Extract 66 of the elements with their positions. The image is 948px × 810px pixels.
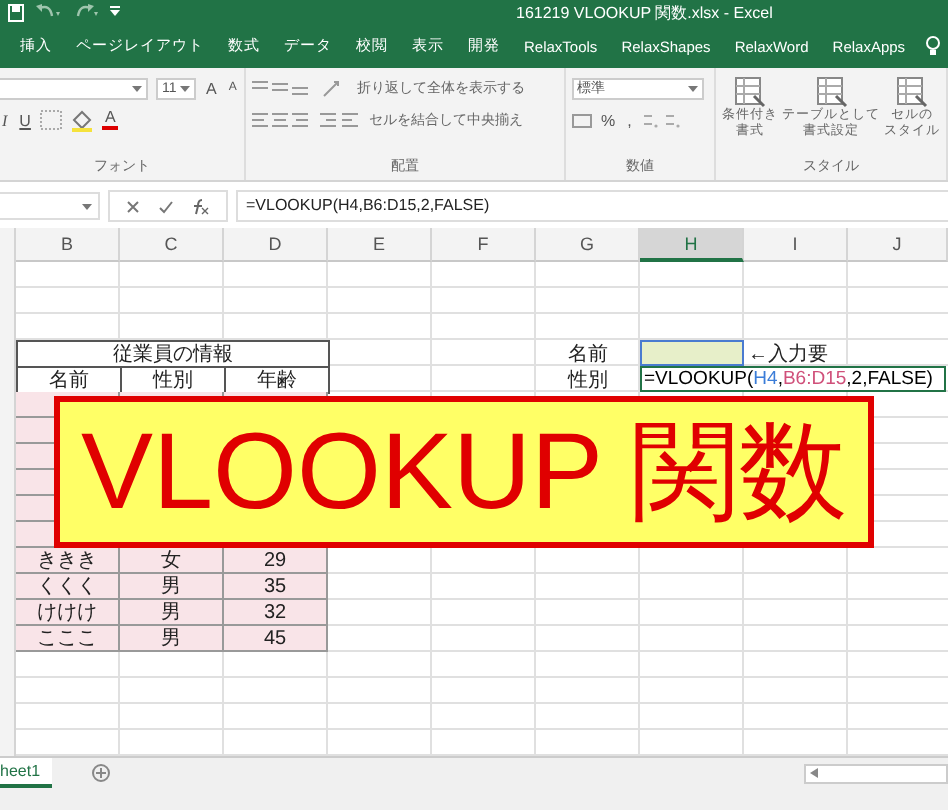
redo-icon[interactable] [72,4,100,20]
cancel-icon[interactable] [126,199,140,213]
italic-button[interactable]: I [0,111,10,129]
dropdown-icon [180,85,191,91]
column-header[interactable]: C [120,228,224,262]
table-cell: 45 [224,626,328,652]
top-align-icon[interactable] [252,79,313,97]
save-icon[interactable] [8,3,24,21]
table-cell: 男 [120,626,224,652]
font-name-field[interactable] [0,77,148,99]
style-icon [896,76,928,108]
formula-cell[interactable]: =VLOOKUP(H4,B6:D15,2,FALSE) [640,366,946,392]
column-heading: 年齢 [224,366,330,394]
font-color-button[interactable]: A [102,110,118,130]
add-sheet-icon[interactable] [92,764,111,782]
sheet-tab[interactable]: heet1 [0,758,53,788]
function-icon[interactable] [192,197,210,215]
undo-icon[interactable] [34,4,62,20]
field-label: 性別 [565,367,610,392]
table-cell: 男 [120,574,224,600]
table-title: 従業員の情報 [16,340,330,368]
border-icon[interactable] [40,110,63,130]
title-banner: VLOOKUP 関数 [54,396,874,548]
underline-button[interactable]: U [17,111,33,129]
column-header[interactable]: E [328,228,432,262]
dropdown-icon [82,203,92,209]
customize-icon[interactable] [110,6,120,18]
indent-icon[interactable] [320,111,361,129]
column-header[interactable]: D [224,228,328,262]
table-cell: ききき [16,548,120,574]
table-cell: 男 [120,600,224,626]
table-cell: こここ [16,626,120,652]
align-icon[interactable] [252,111,313,129]
column-header[interactable]: B [16,228,120,262]
fill-color-icon[interactable] [70,109,95,131]
field-label: 名前 [566,341,610,366]
dropdown-icon [687,85,698,91]
confirm-icon[interactable] [158,199,174,213]
column-header[interactable]: F [432,228,536,262]
column-header[interactable]: G [536,228,640,262]
scroll-left-icon[interactable] [810,768,818,778]
lightbulb-icon[interactable] [925,36,940,56]
name-box[interactable] [0,192,100,220]
comma-button[interactable]: , [625,111,634,129]
table-cell: くくく [16,574,120,600]
table-cell: けけけ [16,600,120,626]
column-header[interactable]: I [744,228,848,262]
dropdown-icon [132,85,142,91]
table-cell: 29 [224,548,328,574]
column-heading: 名前 [16,366,122,394]
percent-button[interactable]: % [599,111,618,129]
column-header[interactable]: H [640,228,744,262]
grow-font-button[interactable]: A [204,79,219,97]
style-icon [734,76,766,108]
table-cell: 35 [224,574,328,600]
window-title: 161219 VLOOKUP 関数.xlsx - Excel [516,1,773,23]
horizontal-scrollbar[interactable] [804,763,948,783]
input-cell[interactable] [642,342,742,364]
column-heading: 性別 [120,366,226,394]
column-header[interactable]: J [848,228,948,262]
formula-field[interactable]: =VLOOKUP(H4,B6:D15,2,FALSE) [236,190,948,222]
select-all-corner[interactable] [0,228,16,262]
table-cell: 32 [224,600,328,626]
style-icon [815,76,847,108]
table-cell: 女 [120,548,224,574]
hint-text: ←入力要 [746,341,830,366]
